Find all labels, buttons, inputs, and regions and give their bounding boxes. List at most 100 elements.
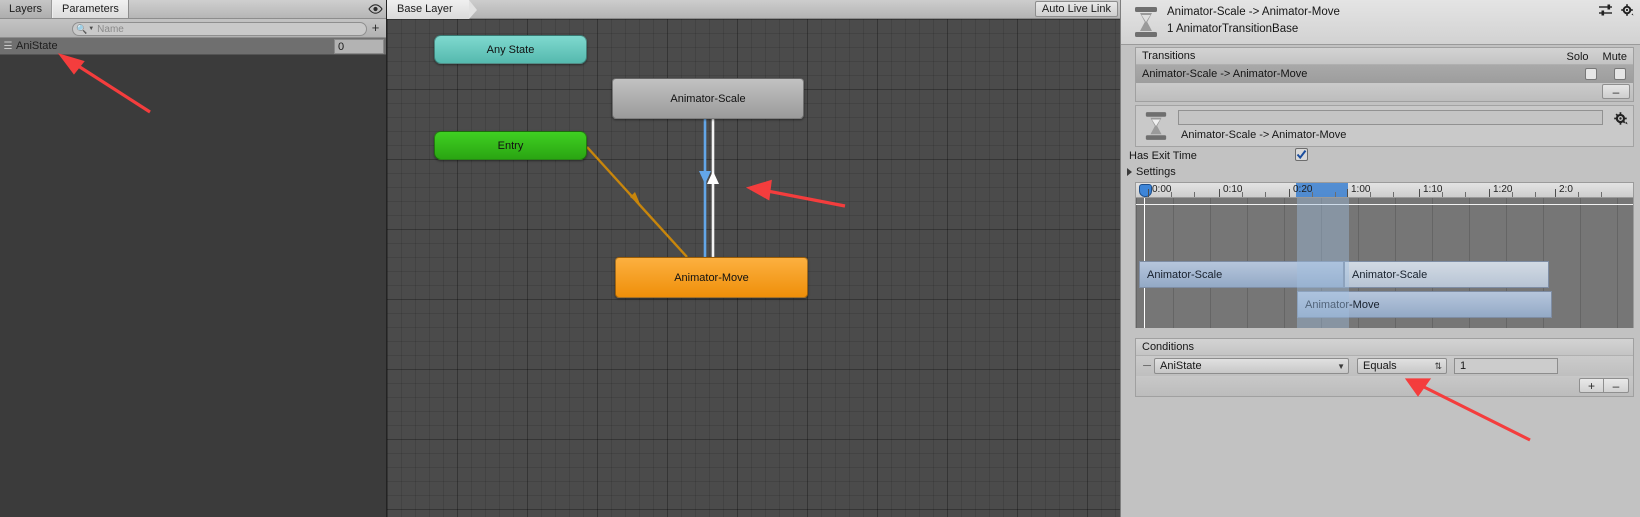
node-animator-scale[interactable]: Animator-Scale xyxy=(612,78,804,119)
transitions-header-label: Transitions xyxy=(1142,50,1196,62)
timeline-tick-label: 1:00 xyxy=(1351,184,1371,195)
node-label: Any State xyxy=(486,43,535,56)
add-remove-condition-group: + – xyxy=(1579,378,1629,393)
parameter-search-row: 🔍 ▼ Name + xyxy=(0,19,386,38)
drag-handle-icon[interactable]: ─ xyxy=(1140,360,1154,372)
chevron-right-icon[interactable] xyxy=(1127,168,1132,176)
node-entry[interactable]: Entry xyxy=(434,131,587,160)
condition-parameter-value: AniState xyxy=(1160,360,1202,372)
parameter-value-input[interactable]: 0 xyxy=(334,39,384,54)
chevron-down-icon: ▼ xyxy=(1337,362,1345,371)
transition-icon-small xyxy=(1144,110,1168,142)
condition-parameter-dropdown[interactable]: AniState ▼ xyxy=(1154,358,1349,374)
parameters-panel: Layers Parameters 🔍 ▼ Name + ☰ AniState … xyxy=(0,0,387,517)
node-label: Entry xyxy=(497,139,524,152)
remove-transition-button[interactable]: – xyxy=(1602,84,1630,99)
parameters-list-body xyxy=(0,55,386,517)
timeline-tick xyxy=(1219,189,1220,197)
timeline-tick-label: 1:10 xyxy=(1423,184,1443,195)
search-icon: 🔍 xyxy=(76,23,88,34)
search-input[interactable]: 🔍 ▼ Name xyxy=(72,22,367,36)
has-exit-time-checkbox[interactable] xyxy=(1295,148,1308,161)
node-animator-move[interactable]: Animator-Move xyxy=(615,257,808,298)
timeline-curve xyxy=(1136,204,1633,205)
transition-name-input[interactable] xyxy=(1178,110,1603,125)
timeline-tick-label: 0:00 xyxy=(1152,184,1172,195)
inspector-body: Transitions Solo Mute Animator-Scale -> … xyxy=(1121,45,1640,517)
condition-row: ─ AniState ▼ Equals ⇅ 1 xyxy=(1136,356,1633,376)
add-parameter-button[interactable]: + xyxy=(369,21,382,35)
timeline-playhead-knob[interactable] xyxy=(1139,184,1152,197)
graph-toolbar: Base Layer Auto Live Link xyxy=(387,0,1120,19)
sliders-icon[interactable] xyxy=(1599,4,1612,20)
solo-mute-checkboxes xyxy=(1585,68,1626,80)
node-label: Animator-Move xyxy=(674,271,749,284)
timeline-tick xyxy=(1555,189,1556,197)
timeline-clip-label: Animator-Scale xyxy=(1352,268,1428,281)
transition-name-label: Animator-Scale -> Animator-Move xyxy=(1181,129,1347,141)
inspector-title: Animator-Scale -> Animator-Move xyxy=(1167,6,1340,18)
transition-name-block: Animator-Scale -> Animator-Move xyxy=(1135,105,1634,147)
transition-icon xyxy=(1133,6,1159,38)
drag-handle-icon[interactable]: ☰ xyxy=(0,41,16,52)
eye-icon[interactable] xyxy=(364,0,386,18)
mute-checkbox[interactable] xyxy=(1614,68,1626,80)
transition-list-item[interactable]: Animator-Scale -> Animator-Move xyxy=(1136,65,1633,83)
conditions-footer: + – xyxy=(1136,376,1633,396)
node-any-state[interactable]: Any State xyxy=(434,35,587,64)
transitions-panel: Transitions Solo Mute Animator-Scale -> … xyxy=(1135,47,1634,102)
timeline-tick-label: 1:20 xyxy=(1493,184,1513,195)
remove-condition-button[interactable]: – xyxy=(1604,378,1629,393)
condition-comparison-dropdown[interactable]: Equals ⇅ xyxy=(1357,358,1447,374)
has-exit-time-row: Has Exit Time xyxy=(1129,147,1640,164)
node-label: Animator-Scale xyxy=(670,92,746,105)
gear-icon[interactable] xyxy=(1614,112,1628,129)
conditions-header: Conditions xyxy=(1136,339,1633,356)
condition-value-input[interactable]: 1 xyxy=(1454,358,1558,374)
timeline-clip[interactable]: Animator-Scale xyxy=(1344,261,1549,288)
inspector-header-icons xyxy=(1599,4,1634,20)
auto-live-link-button[interactable]: Auto Live Link xyxy=(1034,1,1118,17)
transition-inspector: Animator-Scale -> Animator-Move 1 Animat… xyxy=(1120,0,1640,517)
timeline-tick xyxy=(1148,189,1149,197)
inspector-subtitle: 1 AnimatorTransitionBase xyxy=(1167,23,1299,35)
parameter-name: AniState xyxy=(16,40,58,52)
condition-comparison-value: Equals xyxy=(1363,360,1397,372)
timeline-body[interactable]: Animator-Scale Animator-Scale Animator-M… xyxy=(1136,198,1633,328)
timeline-clip-label: Animator-Scale xyxy=(1147,268,1223,281)
inspector-header: Animator-Scale -> Animator-Move 1 Animat… xyxy=(1121,0,1640,45)
transition-list-item-label: Animator-Scale -> Animator-Move xyxy=(1142,68,1308,80)
graph-canvas[interactable]: Any State Entry Animator-Scale Animator-… xyxy=(387,19,1120,517)
timeline-tick xyxy=(1289,189,1290,197)
timeline-tick xyxy=(1489,189,1490,197)
solo-mute-labels: Solo Mute xyxy=(1567,48,1628,65)
gear-icon[interactable] xyxy=(1621,4,1634,20)
updown-arrows-icon: ⇅ xyxy=(1434,361,1442,371)
conditions-header-label: Conditions xyxy=(1142,341,1194,353)
breadcrumb[interactable]: Base Layer xyxy=(387,0,477,19)
settings-foldout[interactable]: Settings xyxy=(1123,164,1640,180)
timeline-ruler[interactable]: 0:00 0:10 0:20 1:00 1:10 1:20 2:0 xyxy=(1136,183,1633,198)
timeline-blend-region xyxy=(1297,198,1349,328)
mute-label: Mute xyxy=(1602,50,1627,63)
timeline-tick-label: 0:10 xyxy=(1223,184,1243,195)
parameter-row-anistate[interactable]: ☰ AniState 0 xyxy=(0,38,386,55)
chevron-down-icon[interactable]: ▼ xyxy=(88,26,94,32)
animator-graph-panel: Base Layer Auto Live Link Any State Entr… xyxy=(387,0,1120,517)
tab-parameters[interactable]: Parameters xyxy=(52,0,129,18)
add-condition-button[interactable]: + xyxy=(1579,378,1604,393)
tab-layers[interactable]: Layers xyxy=(0,0,53,18)
transitions-footer: – xyxy=(1136,83,1633,101)
timeline-tick xyxy=(1419,189,1420,197)
left-panel-toolbar: Layers Parameters xyxy=(0,0,386,19)
solo-checkbox[interactable] xyxy=(1585,68,1597,80)
transitions-header: Transitions Solo Mute xyxy=(1136,48,1633,65)
timeline-tick-label: 0:20 xyxy=(1293,184,1313,195)
settings-label: Settings xyxy=(1136,166,1176,178)
transition-timeline[interactable]: 0:00 0:10 0:20 1:00 1:10 1:20 2:0 Animator-Sca… xyxy=(1135,182,1634,328)
solo-label: Solo xyxy=(1566,50,1589,63)
timeline-tick xyxy=(1347,189,1348,197)
conditions-panel: Conditions ─ AniState ▼ Equals ⇅ 1 + – xyxy=(1135,338,1634,397)
animator-window: Layers Parameters 🔍 ▼ Name + ☰ AniState … xyxy=(0,0,1640,517)
